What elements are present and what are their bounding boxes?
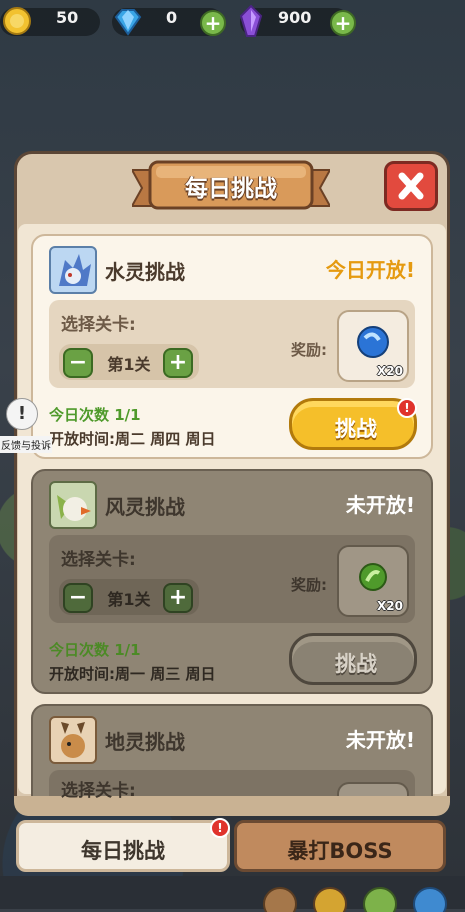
card-title: 风灵挑战 bbox=[105, 495, 185, 519]
close-x-icon bbox=[398, 172, 424, 200]
reward-label: 奖励: bbox=[291, 341, 327, 359]
title-ribbon bbox=[132, 160, 330, 210]
feedback-button[interactable]: ! 反馈与投诉 bbox=[0, 398, 52, 453]
reward-item[interactable] bbox=[337, 782, 409, 796]
tab-label: 暴打BOSS bbox=[287, 839, 393, 863]
bottom-bar bbox=[0, 876, 465, 912]
card-status: 今日开放! bbox=[325, 258, 415, 282]
attempts-today: 今日次数 1/1 bbox=[49, 641, 141, 659]
warning-icon: ! bbox=[6, 398, 38, 430]
challenge-card-wind: 风灵挑战 未开放! 选择关卡: − 第1关 + 奖励: X20 今日次数 1/1… bbox=[31, 469, 433, 694]
select-stage-label: 选择关卡: bbox=[61, 550, 136, 570]
tab-boss-fight[interactable]: 暴打BOSS bbox=[234, 820, 446, 872]
stage-stepper: − 第1关 + bbox=[59, 579, 199, 615]
stage-stepper: − 第1关 + bbox=[59, 344, 199, 380]
close-button[interactable] bbox=[384, 161, 438, 211]
stage-select-panel: 选择关卡: − 第1关 + 奖励: X20 bbox=[49, 535, 415, 623]
stage-value: 第1关 bbox=[107, 355, 151, 374]
bottom-menu-icons bbox=[263, 887, 447, 912]
stage-increase-button[interactable]: + bbox=[163, 583, 193, 613]
tab-daily-challenge[interactable]: 每日挑战 bbox=[16, 820, 230, 872]
stage-decrease-button[interactable]: − bbox=[63, 583, 93, 613]
reward-label: 奖励: bbox=[291, 576, 327, 594]
challenge-button-label: 挑战 bbox=[335, 652, 377, 676]
alert-badge: ! bbox=[397, 398, 417, 418]
stage-select-panel: 选择关卡: − 第1关 + 奖励: X20 bbox=[49, 300, 415, 388]
reward-item[interactable]: X20 bbox=[337, 310, 409, 382]
reward-count: X20 bbox=[377, 599, 403, 613]
diamond-value: 0 bbox=[166, 8, 178, 27]
stage-select-panel: 选择关卡: bbox=[49, 770, 415, 801]
challenge-card-water: 水灵挑战 今日开放! 选择关卡: − 第1关 + 奖励: X20 今日次数 1/… bbox=[31, 234, 433, 459]
reward-item[interactable]: X20 bbox=[337, 545, 409, 617]
purple-crystal-icon bbox=[239, 4, 263, 37]
add-gem-button[interactable]: + bbox=[330, 10, 356, 36]
challenge-button-label: 挑战 bbox=[335, 417, 377, 441]
card-status: 未开放! bbox=[345, 493, 415, 517]
wind-spirit-portrait bbox=[49, 481, 97, 529]
gold-coin-icon bbox=[3, 7, 31, 35]
water-spirit-portrait bbox=[49, 246, 97, 294]
card-title: 地灵挑战 bbox=[105, 730, 185, 754]
gold-value: 50 bbox=[56, 8, 79, 27]
tab-label: 每日挑战 bbox=[81, 839, 165, 863]
stage-value: 第1关 bbox=[107, 590, 151, 609]
card-title: 水灵挑战 bbox=[105, 260, 185, 284]
select-stage-label: 选择关卡: bbox=[61, 315, 136, 335]
challenge-button[interactable]: 挑战 bbox=[289, 633, 417, 685]
blue-diamond-icon bbox=[114, 9, 142, 36]
select-stage-label: 选择关卡: bbox=[61, 781, 136, 801]
add-diamond-button[interactable]: + bbox=[200, 10, 226, 36]
tab-alert-badge: ! bbox=[210, 818, 230, 838]
earth-spirit-portrait bbox=[49, 716, 97, 764]
feedback-label: 反馈与投诉 bbox=[0, 436, 52, 453]
challenge-card-earth: 地灵挑战 未开放! 选择关卡: bbox=[31, 704, 433, 801]
attempts-today: 今日次数 1/1 bbox=[49, 406, 141, 424]
stage-increase-button[interactable]: + bbox=[163, 348, 193, 378]
reward-count: X20 bbox=[377, 364, 403, 378]
card-status: 未开放! bbox=[345, 728, 415, 752]
currency-bar: 50 0 + 900 + bbox=[0, 4, 465, 40]
stage-decrease-button[interactable]: − bbox=[63, 348, 93, 378]
open-schedule: 开放时间:周一 周三 周日 bbox=[49, 665, 216, 683]
gem-value: 900 bbox=[278, 8, 312, 27]
open-schedule: 开放时间:周二 周四 周日 bbox=[49, 430, 216, 448]
